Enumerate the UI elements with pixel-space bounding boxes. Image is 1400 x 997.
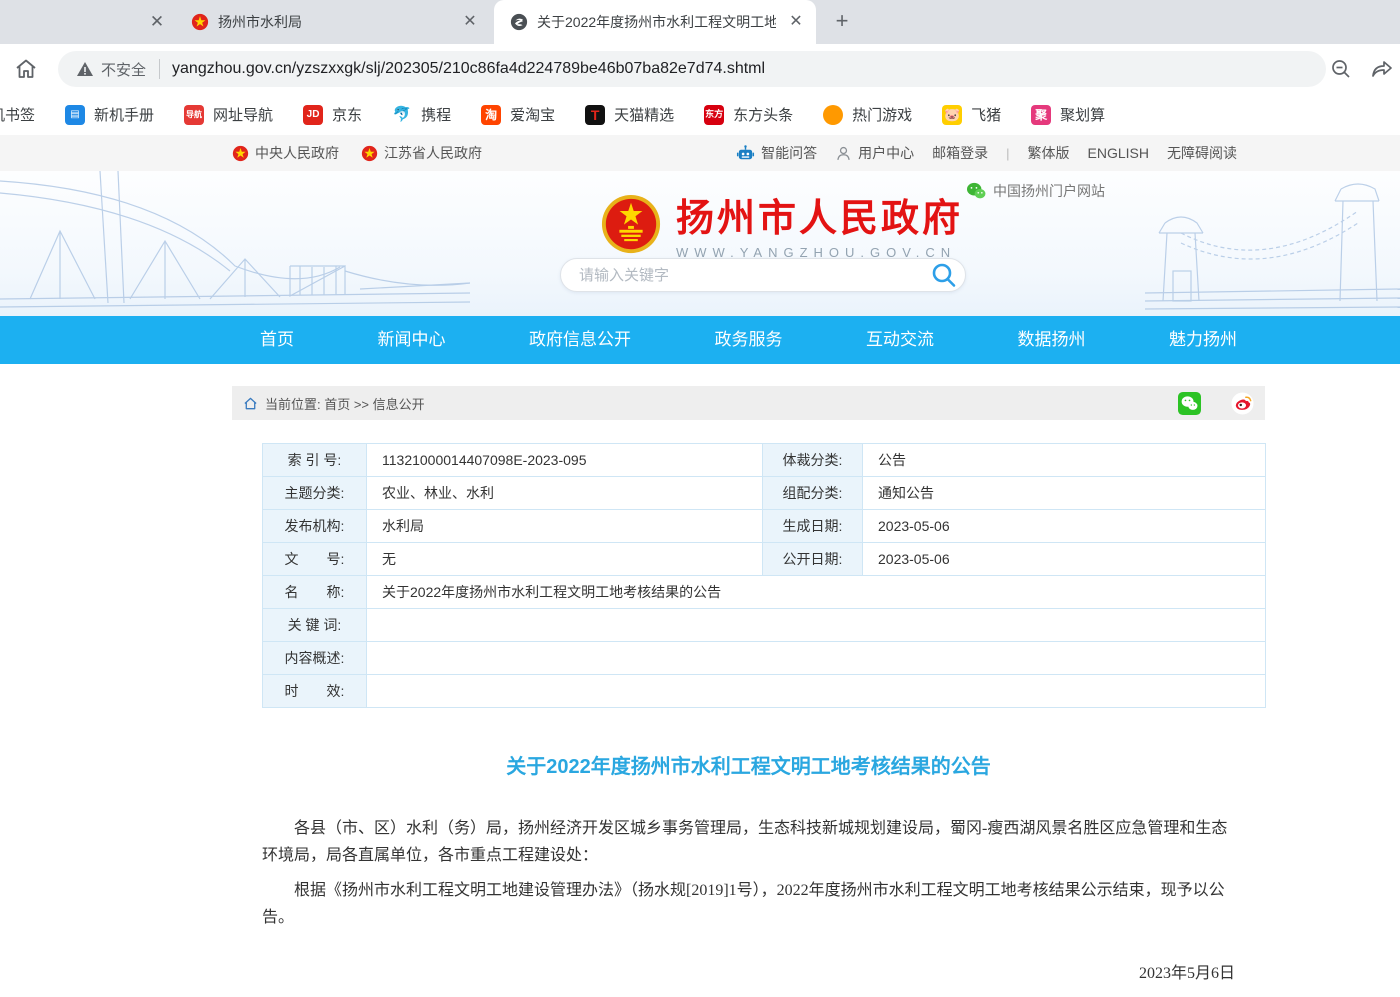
- table-row: 索 引 号: 11321000014407098E-2023-095 体裁分类:…: [263, 444, 1266, 477]
- url-text[interactable]: yangzhou.gov.cn/yzszxxgk/slj/202305/210c…: [172, 60, 765, 78]
- site-nav-icon: 导航: [184, 105, 204, 125]
- tmall-icon: T: [585, 105, 605, 125]
- user-center-link[interactable]: 用户中心: [835, 143, 914, 163]
- juhuasuan-icon: 聚: [1031, 105, 1051, 125]
- eastday-icon: 东方: [704, 105, 724, 125]
- table-row: 关 键 词:: [263, 609, 1266, 642]
- gov-emblem-icon: [232, 145, 249, 162]
- breadcrumb: 当前位置: 首页 >> 信息公开: [232, 386, 1265, 420]
- table-row: 时 效:: [263, 675, 1266, 708]
- bookmark-phone-bookmarks[interactable]: 机书签: [0, 104, 35, 125]
- fliggy-pig-icon: 🐷: [942, 105, 962, 125]
- tab-title: 关于2022年度扬州市水利工程文明工地: [537, 12, 776, 32]
- site-name: 扬州市人民政府: [676, 187, 963, 242]
- tab-announcement-active[interactable]: 关于2022年度扬州市水利工程文明工地 ✕: [494, 0, 816, 44]
- home-icon[interactable]: [12, 55, 40, 83]
- bookmark-juhuasuan[interactable]: 聚 聚划算: [1031, 104, 1105, 125]
- bookmark-fliggy[interactable]: 🐷 飞猪: [942, 104, 1001, 125]
- portal-tag[interactable]: 中国扬州门户网站: [966, 181, 1105, 201]
- security-label[interactable]: 不安全: [101, 59, 146, 80]
- nav-item-services[interactable]: 政务服务: [715, 316, 783, 364]
- table-row: 文 号: 无 公开日期: 2023-05-06: [263, 543, 1266, 576]
- nav-item-info-disclosure[interactable]: 政府信息公开: [529, 316, 631, 364]
- new-tab-icon[interactable]: +: [828, 8, 856, 36]
- robot-icon: [736, 144, 755, 163]
- main-nav: 首页 新闻中心 政府信息公开 政务服务 互动交流 数据扬州 魅力扬州: [0, 316, 1400, 364]
- article-paragraph: 各县（市、区）水利（务）局，扬州经济开发区城乡事务管理局，生态科技新城规划建设局…: [262, 815, 1235, 869]
- taobao-icon: 淘: [481, 105, 501, 125]
- jd-icon: JD: [303, 105, 323, 125]
- gov-emblem-icon: [361, 145, 378, 162]
- browser-address-bar: 不安全 yangzhou.gov.cn/yzszxxgk/slj/202305/…: [0, 44, 1400, 94]
- manual-icon: ▤: [65, 105, 85, 125]
- site-logo[interactable]: 扬州市人民政府 WWW.YANGZHOU.GOV.CN: [600, 187, 963, 260]
- tab-title: 扬州市水利局: [218, 12, 450, 32]
- close-tab-icon[interactable]: ✕: [146, 11, 168, 33]
- ctrip-dolphin-icon: 🐬: [392, 105, 412, 125]
- link-central-gov[interactable]: 中央人民政府: [232, 143, 339, 163]
- nav-item-home[interactable]: 首页: [260, 316, 294, 364]
- bookmark-games[interactable]: 热门游戏: [823, 104, 912, 125]
- search-icon[interactable]: [929, 260, 959, 290]
- link-jiangsu-gov[interactable]: 江苏省人民政府: [361, 143, 482, 163]
- share-icon[interactable]: [1370, 57, 1394, 81]
- close-tab-icon[interactable]: ✕: [786, 12, 806, 32]
- article-title: 关于2022年度扬州市水利工程文明工地考核结果的公告: [232, 750, 1265, 779]
- site-utility-bar: 中央人民政府 江苏省人民政府 智能问答: [0, 135, 1400, 171]
- nav-item-charm[interactable]: 魅力扬州: [1169, 316, 1237, 364]
- table-row: 主题分类: 农业、林业、水利 组配分类: 通知公告: [263, 477, 1266, 510]
- zoom-out-icon[interactable]: [1329, 57, 1353, 81]
- bookmark-tmall[interactable]: T 天猫精选: [585, 104, 674, 125]
- table-row: 内容概述:: [263, 642, 1266, 675]
- mail-login-link[interactable]: 邮箱登录: [932, 143, 988, 163]
- close-tab-icon[interactable]: ✕: [460, 12, 480, 32]
- browser-tab-strip: ✕ 扬州市水利局 ✕ 关于2022年度扬州市水利工程文明工地 ✕ +: [0, 0, 1400, 44]
- site-search: [560, 258, 966, 292]
- weibo-share-icon[interactable]: [1231, 392, 1254, 415]
- traditional-chinese-link[interactable]: 繁体版: [1028, 143, 1070, 163]
- gov-emblem-favicon: [191, 13, 209, 31]
- page-content: 当前位置: 首页 >> 信息公开 索 引 号: 1132100001440709…: [232, 386, 1265, 997]
- article-date: 2023年5月6日: [232, 959, 1265, 983]
- bookmark-manual[interactable]: ▤ 新机手册: [65, 104, 154, 125]
- user-icon: [835, 145, 852, 162]
- bookmark-taobao[interactable]: 淘 爱淘宝: [481, 104, 555, 125]
- wechat-share-icon[interactable]: [1178, 392, 1201, 415]
- bookmark-site-nav[interactable]: 导航 网址导航: [184, 104, 273, 125]
- table-row: 名 称: 关于2022年度扬州市水利工程文明工地考核结果的公告: [263, 576, 1266, 609]
- not-secure-warning-icon: [76, 61, 94, 77]
- search-input[interactable]: [579, 267, 929, 284]
- games-icon: [823, 105, 843, 125]
- bookmark-ctrip[interactable]: 🐬 携程: [392, 104, 451, 125]
- bookmark-eastday[interactable]: 东方 东方头条: [704, 104, 793, 125]
- bookmark-jd[interactable]: JD 京东: [303, 104, 362, 125]
- utility-separator: |: [1006, 146, 1009, 161]
- bridge-sketch-left: [0, 171, 470, 316]
- nav-item-interaction[interactable]: 互动交流: [866, 316, 934, 364]
- national-emblem-icon: [600, 193, 662, 255]
- tab-yangzhou-water-bureau[interactable]: 扬州市水利局 ✕: [175, 0, 490, 44]
- accessibility-link[interactable]: 无障碍阅读: [1167, 143, 1237, 163]
- nav-item-data[interactable]: 数据扬州: [1018, 316, 1086, 364]
- nav-item-news[interactable]: 新闻中心: [378, 316, 446, 364]
- breadcrumb-home-icon[interactable]: [243, 396, 258, 411]
- bookmarks-bar: 机书签 ▤ 新机手册 导航 网址导航 JD 京东 🐬 携程 淘 爱淘宝 T 天猫…: [0, 94, 1400, 135]
- article-paragraph: 根据《扬州市水利工程文明工地建设管理办法》（扬水规[2019]1号），2022年…: [262, 877, 1235, 931]
- article: 关于2022年度扬州市水利工程文明工地考核结果的公告 各县（市、区）水利（务）局…: [232, 750, 1265, 997]
- table-row: 发布机构: 水利局 生成日期: 2023-05-06: [263, 510, 1266, 543]
- document-meta-table: 索 引 号: 11321000014407098E-2023-095 体裁分类:…: [262, 443, 1266, 708]
- bridge-sketch-right: [1145, 171, 1400, 316]
- url-omnibox[interactable]: 不安全 yangzhou.gov.cn/yzszxxgk/slj/202305/…: [58, 51, 1326, 87]
- browser-logo-favicon: [510, 13, 528, 31]
- site-header: 扬州市人民政府 WWW.YANGZHOU.GOV.CN 中国扬州门户网站: [0, 171, 1400, 316]
- smart-qa-link[interactable]: 智能问答: [736, 143, 817, 163]
- breadcrumb-label[interactable]: 当前位置: 首页 >> 信息公开: [265, 394, 425, 413]
- wechat-icon: [966, 182, 986, 200]
- omnibox-divider: [159, 59, 160, 79]
- english-link[interactable]: ENGLISH: [1088, 145, 1149, 161]
